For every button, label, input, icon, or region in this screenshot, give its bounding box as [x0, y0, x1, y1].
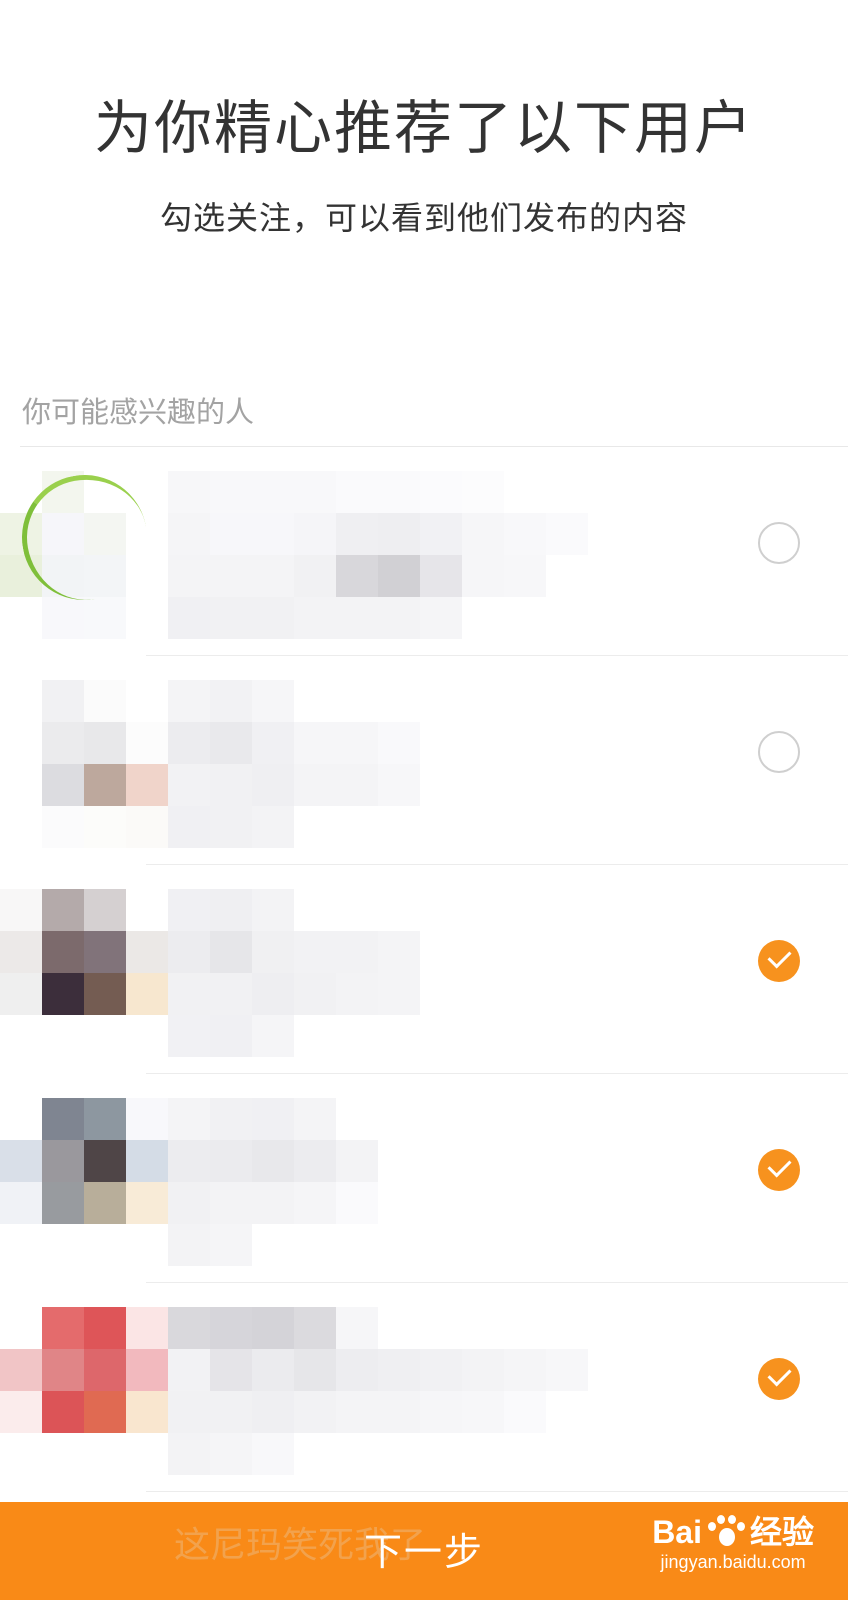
user-name-blurred — [168, 471, 588, 639]
avatar — [0, 680, 170, 850]
user-name-blurred — [168, 680, 588, 848]
user-row[interactable] — [0, 1074, 848, 1283]
watermark-brand-suffix: 经验 — [749, 1514, 814, 1550]
user-row[interactable] — [0, 656, 848, 865]
checkmark-icon[interactable] — [758, 1358, 800, 1400]
recommended-user-list — [0, 447, 848, 1492]
watermark-url: jingyan.baidu.com — [660, 1552, 806, 1572]
page-title: 为你精心推荐了以下用户 — [93, 94, 754, 162]
user-name-blurred — [168, 889, 588, 1057]
page-subtitle: 勾选关注，可以看到他们发布的内容 — [159, 199, 688, 237]
unchecked-circle-icon[interactable] — [758, 731, 800, 773]
paw-icon — [706, 1514, 746, 1550]
checkmark-icon[interactable] — [758, 940, 800, 982]
checkmark-icon[interactable] — [758, 1149, 800, 1191]
unchecked-circle-icon[interactable] — [758, 522, 800, 564]
watermark-brand: Bai — [652, 1514, 702, 1550]
user-row[interactable] — [0, 865, 848, 1074]
avatar — [0, 1098, 170, 1268]
bottom-action-bar: 这尼玛笑死我了 下一步 Bai 经验 jingyan.baidu.com — [0, 1502, 848, 1600]
user-name-blurred — [168, 1098, 588, 1266]
section-label: 你可能感兴趣的人 — [22, 395, 255, 429]
avatar — [0, 1307, 170, 1477]
baidu-jingyan-watermark: Bai 经验 jingyan.baidu.com — [652, 1514, 814, 1574]
avatar — [0, 889, 170, 1059]
user-name-blurred — [168, 1307, 588, 1475]
user-row[interactable] — [0, 447, 848, 656]
row-divider — [146, 1491, 848, 1492]
user-row[interactable] — [0, 1283, 848, 1492]
